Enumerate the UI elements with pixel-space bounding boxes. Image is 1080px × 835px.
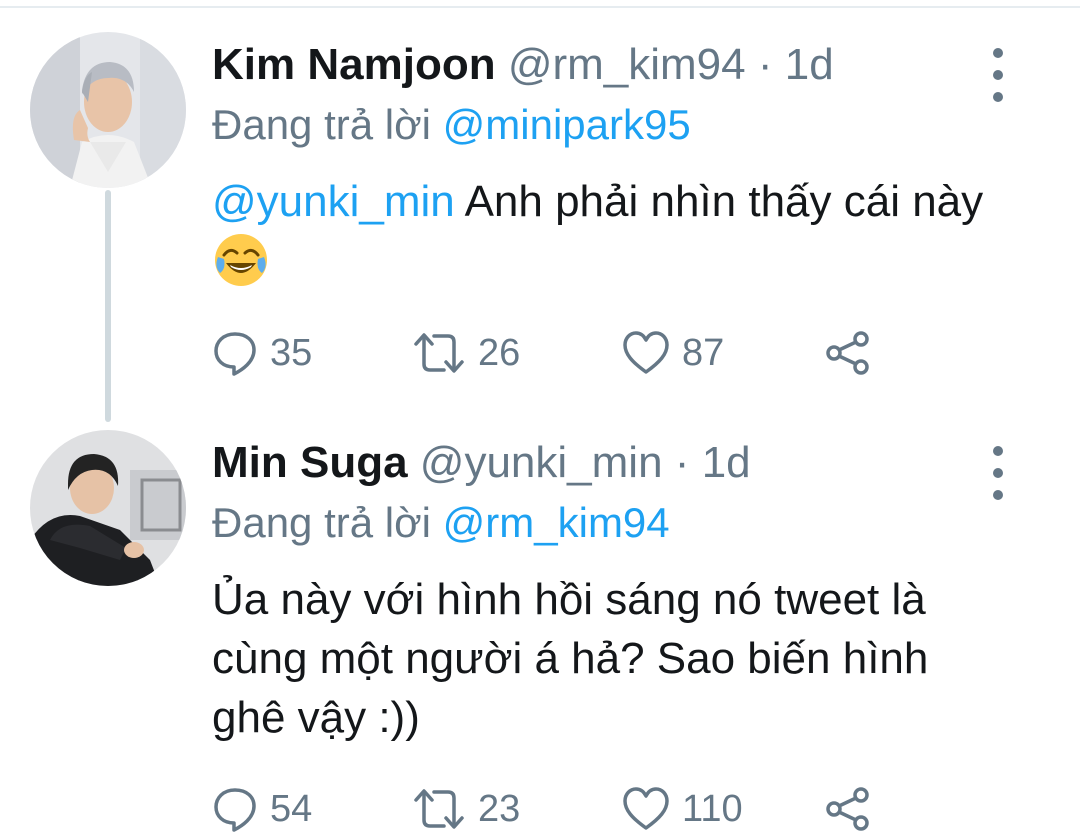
more-vertical-icon xyxy=(993,446,1003,456)
replying-to-mention[interactable]: @minipark95 xyxy=(443,101,691,148)
retweet-count: 23 xyxy=(478,787,521,830)
user-handle[interactable]: @yunki_min xyxy=(420,438,663,487)
reply-button[interactable]: 54 xyxy=(212,784,312,834)
replying-to: Đang trả lời @rm_kim94 xyxy=(212,498,670,548)
reply-button[interactable]: 35 xyxy=(212,328,312,378)
avatar[interactable] xyxy=(30,32,186,188)
user-handle[interactable]: @rm_kim94 xyxy=(508,40,746,89)
separator-dot: · xyxy=(674,438,690,487)
share-icon xyxy=(826,331,869,375)
tweet-actions: 54 23 110 xyxy=(212,784,912,834)
avatar[interactable] xyxy=(30,430,186,586)
retweet-icon xyxy=(414,789,464,829)
display-name[interactable]: Kim Namjoon xyxy=(212,40,496,89)
retweet-button[interactable]: 26 xyxy=(412,328,520,378)
like-button[interactable]: 87 xyxy=(622,328,724,378)
replying-to-label: Đang trả lời xyxy=(212,499,431,546)
retweet-count: 26 xyxy=(478,331,521,374)
share-button[interactable] xyxy=(824,328,872,378)
like-count: 87 xyxy=(682,331,725,374)
retweet-icon xyxy=(414,333,464,373)
comment-bubble-icon xyxy=(214,788,256,832)
tweet-actions: 35 26 87 xyxy=(212,328,912,378)
tweet-header: Kim Namjoon @rm_kim94 · 1d xyxy=(212,40,834,90)
heart-icon xyxy=(623,331,669,374)
face-with-tears-of-joy-icon xyxy=(215,234,267,286)
tweet[interactable]: Min Suga @yunki_min · 1d Đang trả lời @r… xyxy=(0,420,1080,835)
replying-to: Đang trả lời @minipark95 xyxy=(212,100,691,150)
tweet-text: @yunki_min Anh phải nhìn thấy cái này xyxy=(212,172,1012,294)
top-divider xyxy=(0,0,1080,8)
tweet-text: Ủa này với hình hồi sáng nó tweet là cùn… xyxy=(212,575,929,742)
tweet-header: Min Suga @yunki_min · 1d xyxy=(212,438,751,488)
avatar-photo xyxy=(30,32,186,188)
share-button[interactable] xyxy=(824,784,872,834)
display-name[interactable]: Min Suga xyxy=(212,438,408,487)
replying-to-label: Đang trả lời xyxy=(212,101,431,148)
tweet-timestamp[interactable]: 1d xyxy=(702,438,751,487)
comment-bubble-icon xyxy=(214,332,256,376)
heart-icon xyxy=(623,787,669,830)
like-count: 110 xyxy=(682,787,743,830)
more-vertical-icon xyxy=(993,48,1003,58)
more-options-button[interactable] xyxy=(985,440,1011,506)
tweet-timestamp[interactable]: 1d xyxy=(785,40,834,89)
reply-count: 35 xyxy=(270,331,313,374)
retweet-button[interactable]: 23 xyxy=(412,784,520,834)
tweet-body: Anh phải nhìn thấy cái này xyxy=(454,177,984,226)
share-icon xyxy=(826,787,869,831)
more-options-button[interactable] xyxy=(985,42,1011,108)
tweet[interactable]: Kim Namjoon @rm_kim94 · 1d Đang trả lời … xyxy=(0,22,1080,402)
replying-to-mention[interactable]: @rm_kim94 xyxy=(443,499,670,546)
like-button[interactable]: 110 xyxy=(622,784,743,834)
text-mention[interactable]: @yunki_min xyxy=(212,177,455,226)
separator-dot: · xyxy=(757,40,773,89)
avatar-photo xyxy=(30,430,186,586)
reply-count: 54 xyxy=(270,787,313,830)
